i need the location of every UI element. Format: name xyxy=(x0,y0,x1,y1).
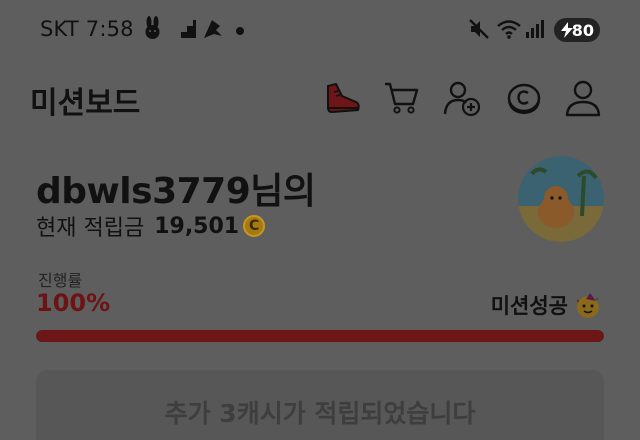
mission-status: 미션성공 xyxy=(491,290,602,320)
coin-badge-icon: C xyxy=(243,215,266,237)
points-value: 19,501 xyxy=(154,213,240,239)
rabbit-icon xyxy=(140,16,166,42)
avatar[interactable] xyxy=(518,156,604,242)
progress-percent: 100% xyxy=(36,289,111,317)
sneaker-icon[interactable] xyxy=(322,78,362,118)
progress-label: 진행률 xyxy=(38,271,83,290)
signal-icon xyxy=(522,16,548,42)
page-title: 미션보드 xyxy=(30,86,141,121)
cart-icon[interactable] xyxy=(382,78,422,118)
mission-status-text: 미션성공 xyxy=(490,294,568,318)
progress-bar-fill xyxy=(36,330,604,342)
mission-board-screen: SKT 7:58 80 미션보드 dbwls3779님의 현재 적립금 19,5… xyxy=(0,0,640,440)
points-row: 현재 적립금 19,501 C xyxy=(36,210,266,242)
progress-bar xyxy=(36,330,604,342)
battery-level: 80 xyxy=(571,20,594,40)
coin-icon[interactable] xyxy=(504,78,544,118)
mute-icon xyxy=(466,16,492,42)
add-friend-icon[interactable] xyxy=(442,78,482,118)
bonus-cash-button[interactable]: 추가 3캐시가 적립되었습니다 xyxy=(36,370,604,440)
wifi-icon xyxy=(496,16,522,42)
bonus-cash-label: 추가 3캐시가 적립되었습니다 xyxy=(164,399,476,428)
charging-bolt-icon xyxy=(561,22,573,38)
user-name-heading: dbwls3779님의 xyxy=(36,171,316,212)
stairs-icon xyxy=(172,16,198,42)
carrier-time: SKT 7:58 xyxy=(40,17,134,41)
battery-icon: 80 xyxy=(554,18,600,42)
profile-icon[interactable] xyxy=(563,78,603,118)
points-label: 현재 적립금 xyxy=(36,216,145,241)
party-face-icon xyxy=(576,293,599,318)
notification-app-icon xyxy=(200,16,226,42)
more-notifications-dot xyxy=(236,27,244,35)
status-bar: SKT 7:58 80 xyxy=(0,0,640,60)
